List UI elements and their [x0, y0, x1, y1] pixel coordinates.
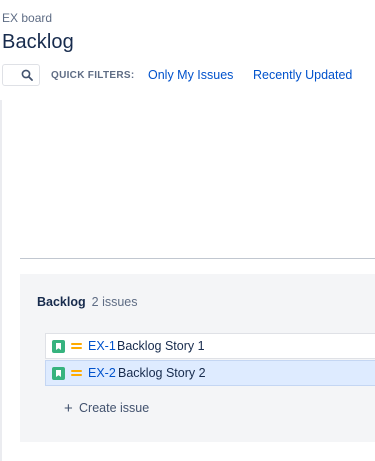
backlog-header: Backlog 2 issues: [37, 293, 138, 311]
create-issue-label: Create issue: [79, 401, 150, 415]
issue-summary: Backlog Story 2: [118, 366, 206, 380]
priority-medium-icon: [71, 370, 82, 376]
backlog-title: Backlog: [37, 295, 86, 309]
backlog-issue-count: 2 issues: [91, 295, 138, 309]
filter-only-my-issues[interactable]: Only My Issues: [148, 68, 233, 82]
search-icon: [21, 69, 33, 81]
issue-key-link[interactable]: EX-1: [88, 339, 116, 353]
board-name[interactable]: EX board: [2, 11, 52, 25]
page: EX board Backlog QUICK FILTERS: Only My …: [0, 0, 375, 461]
story-icon: [52, 367, 65, 380]
content-left-border: [0, 100, 2, 461]
search-input[interactable]: [2, 64, 40, 86]
section-divider[interactable]: [20, 258, 375, 259]
story-icon: [52, 340, 65, 353]
issue-key-link[interactable]: EX-2: [88, 366, 116, 380]
issue-row[interactable]: EX-2 Backlog Story 2: [45, 360, 375, 386]
create-issue-button[interactable]: + Create issue: [64, 399, 149, 417]
issue-summary: Backlog Story 1: [117, 339, 205, 353]
quick-filters-label: QUICK FILTERS:: [51, 70, 135, 81]
backlog-container: Backlog 2 issues EX-1 Backlog Story 1 EX…: [20, 274, 375, 442]
issue-list: EX-1 Backlog Story 1 EX-2 Backlog Story …: [45, 333, 375, 386]
page-title: Backlog: [2, 31, 74, 53]
plus-icon: +: [64, 400, 73, 417]
priority-medium-icon: [71, 343, 82, 349]
filter-recently-updated[interactable]: Recently Updated: [253, 68, 352, 82]
quick-filters-bar: QUICK FILTERS: Only My Issues Recently U…: [0, 64, 375, 88]
issue-row[interactable]: EX-1 Backlog Story 1: [45, 333, 375, 359]
